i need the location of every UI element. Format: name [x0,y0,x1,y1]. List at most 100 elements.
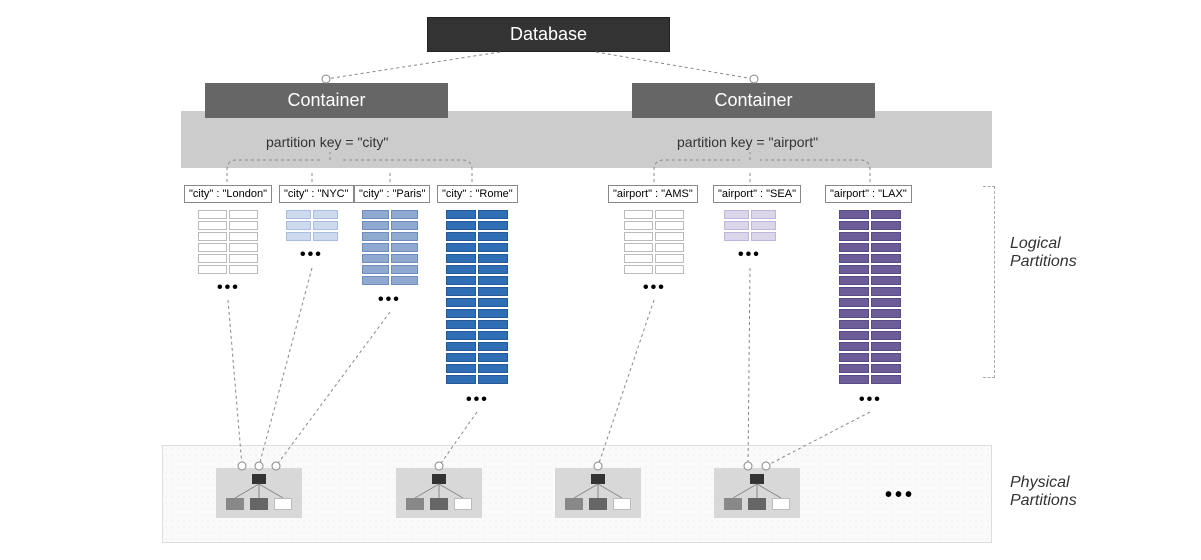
data-cell [751,232,776,241]
data-cell [871,375,901,384]
data-cell [624,254,653,263]
physical-ellipsis: ••• [885,484,915,507]
data-cell [446,331,476,340]
data-cell [391,221,418,230]
partition-key-right: partition key = "airport" [677,134,818,150]
data-cell [286,232,311,241]
data-cell [839,221,869,230]
grid-ams [624,210,684,274]
data-cell [362,232,389,241]
data-cell [655,254,684,263]
data-cell [198,210,227,219]
data-cell [446,243,476,252]
ellipsis-london: ••• [217,279,240,297]
data-cell [478,276,508,285]
grid-rome [446,210,508,384]
data-cell [446,309,476,318]
data-cell [478,353,508,362]
node-icon [748,498,766,510]
data-cell [446,276,476,285]
ellipsis-sea: ••• [738,246,761,264]
data-cell [839,287,869,296]
data-cell [446,265,476,274]
data-cell [655,210,684,219]
data-cell [391,232,418,241]
data-cell [871,287,901,296]
partition-key-left: partition key = "city" [266,134,388,150]
data-cell [751,221,776,230]
data-cell [871,331,901,340]
data-cell [446,298,476,307]
data-cell [655,243,684,252]
data-cell [229,243,258,252]
node-icon [226,498,244,510]
data-cell [839,265,869,274]
data-cell [391,210,418,219]
data-cell [229,221,258,230]
chip-ams: "airport" : "AMS" [608,185,698,203]
data-cell [478,320,508,329]
node-icon [430,498,448,510]
data-cell [198,232,227,241]
chip-london: "city" : "London" [184,185,272,203]
data-cell [391,254,418,263]
container-right-label: Container [714,90,792,111]
chip-rome: "city" : "Rome" [437,185,518,203]
node-icon [250,498,268,510]
data-cell [624,265,653,274]
chip-paris: "city" : "Paris" [354,185,430,203]
logical-label: Logical Partitions [1010,235,1077,271]
data-cell [478,342,508,351]
data-cell [198,265,227,274]
grid-nyc [286,210,338,241]
data-cell [624,243,653,252]
data-cell [362,210,389,219]
node-icon [589,498,607,510]
data-cell [446,210,476,219]
physical-partition-4 [714,468,800,518]
data-cell [362,265,389,274]
data-cell [871,221,901,230]
data-cell [478,331,508,340]
data-cell [478,375,508,384]
database-box: Database [427,17,670,52]
data-cell [839,276,869,285]
data-cell [871,320,901,329]
data-cell [446,375,476,384]
data-cell [478,265,508,274]
chip-sea: "airport" : "SEA" [713,185,801,203]
data-cell [446,254,476,263]
node-icon [454,498,472,510]
data-cell [839,298,869,307]
grid-london [198,210,258,274]
data-cell [839,254,869,263]
logical-bracket [983,186,995,378]
data-cell [624,210,653,219]
data-cell [478,298,508,307]
physical-partition-2 [396,468,482,518]
ellipsis-nyc: ••• [300,246,323,264]
data-cell [362,243,389,252]
data-cell [839,243,869,252]
data-cell [839,320,869,329]
data-cell [362,221,389,230]
data-cell [313,221,338,230]
data-cell [655,232,684,241]
data-cell [871,364,901,373]
data-cell [229,265,258,274]
data-cell [839,375,869,384]
data-cell [839,353,869,362]
data-cell [655,221,684,230]
data-cell [839,232,869,241]
data-cell [446,364,476,373]
data-cell [839,364,869,373]
ellipsis-ams: ••• [643,279,666,297]
data-cell [624,221,653,230]
data-cell [313,232,338,241]
data-cell [478,309,508,318]
data-cell [198,221,227,230]
data-cell [198,243,227,252]
data-cell [724,232,749,241]
data-cell [229,254,258,263]
data-cell [446,342,476,351]
